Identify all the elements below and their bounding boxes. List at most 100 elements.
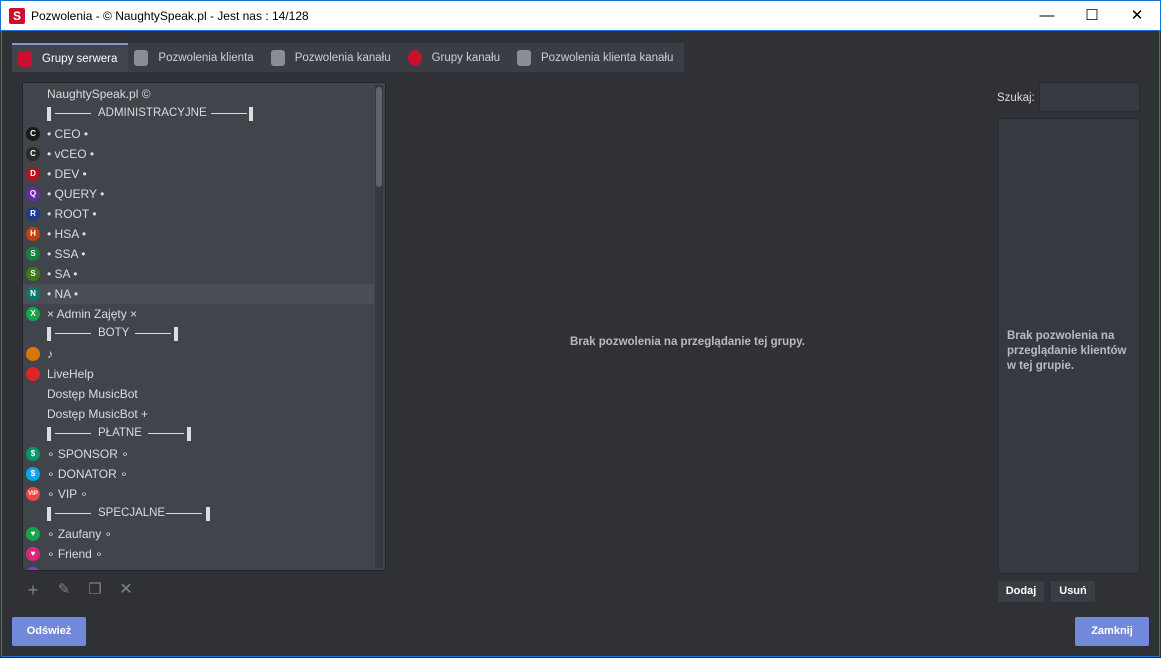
channel-groups-icon xyxy=(407,49,422,66)
tab-channel-groups[interactable]: Grupy kanału xyxy=(401,43,511,72)
donator-icon: $ xyxy=(26,467,40,481)
separator-label: BOTY xyxy=(98,327,130,339)
list-item[interactable]: S • SSA • xyxy=(23,244,374,264)
list-scrollbar[interactable] xyxy=(375,85,383,568)
friend-icon: ♥ xyxy=(26,547,40,561)
ssa-icon: S xyxy=(26,247,40,261)
list-item[interactable]: NaughtySpeak.pl © xyxy=(23,84,374,104)
ceo-icon: C xyxy=(26,127,40,141)
add-group-icon[interactable]: + xyxy=(21,578,45,602)
group-label: ∘ DONATOR ∘ xyxy=(47,467,128,481)
list-item[interactable]: LiveHelp xyxy=(23,364,374,384)
tab-channel-client-permissions[interactable]: Pozwolenia klienta kanału xyxy=(511,43,685,72)
admin-busy-icon: X xyxy=(26,307,40,321)
tab-server-groups[interactable]: Grupy serwera xyxy=(12,43,129,72)
close-window-button[interactable]: ✕ xyxy=(1114,1,1160,31)
list-item-selected[interactable]: N • NA • xyxy=(23,284,374,304)
list-item[interactable]: S • SA • xyxy=(23,264,374,284)
search-label: Szukaj: xyxy=(997,92,1035,104)
channel-client-permissions-icon xyxy=(517,49,531,66)
separator-specjalne[interactable]: SPECJALNE xyxy=(23,504,374,524)
group-label: ♪ xyxy=(47,347,53,361)
group-label: • QUERY • xyxy=(47,187,105,201)
separator-administracyjne[interactable]: ADMINISTRACYJNE xyxy=(23,104,374,124)
tab-label: Grupy serwera xyxy=(42,52,118,65)
edit-group-icon[interactable]: ✎ xyxy=(52,578,76,602)
tab-bar: Grupy serwera Pozwolenia klienta Pozwole… xyxy=(12,43,685,72)
list-item[interactable]: ♥ ∘ Friend ∘ xyxy=(23,544,374,564)
close-button[interactable]: Zamknij xyxy=(1075,617,1149,646)
separator-bar xyxy=(187,427,191,441)
maximize-button[interactable]: ☐ xyxy=(1069,1,1115,31)
separator-platne[interactable]: PŁATNE xyxy=(23,424,374,444)
app-icon: S xyxy=(9,8,25,24)
group-label: LiveHelp xyxy=(47,367,94,381)
delete-group-icon[interactable]: ✕ xyxy=(114,578,138,602)
remove-client-button[interactable]: Usuń xyxy=(1051,581,1095,602)
list-item[interactable]: Dostęp MusicBot + xyxy=(23,404,374,424)
tab-client-permissions[interactable]: Pozwolenia klienta xyxy=(128,43,265,72)
vip-icon: VIP xyxy=(26,487,40,501)
clients-no-permission-message: Brak pozwolenia na przeglądanie klientów… xyxy=(1007,330,1127,372)
separator-label: ADMINISTRACYJNE xyxy=(98,107,207,119)
separator-bar xyxy=(47,507,51,521)
trusted-icon: ♥ xyxy=(26,527,40,541)
scrollbar-thumb[interactable] xyxy=(376,87,382,187)
separator-line xyxy=(135,333,171,334)
clients-list[interactable]: Brak pozwolenia na przeglądanie klientów… xyxy=(998,118,1140,574)
group-label: ∘ Zaufany ∘ xyxy=(47,527,113,541)
group-label: Dostęp MusicBot xyxy=(47,387,138,401)
separator-bar xyxy=(47,327,51,341)
separator-label: SPECJALNE xyxy=(98,507,166,519)
group-label: • NA • xyxy=(47,287,79,301)
tab-label: Pozwolenia kanału xyxy=(294,51,391,64)
list-item[interactable]: X × Admin Zajęty × xyxy=(23,304,374,324)
list-item[interactable]: C • CEO • xyxy=(23,124,374,144)
separator-boty[interactable]: BOTY xyxy=(23,324,374,344)
list-item[interactable]: D • DEV • xyxy=(23,164,374,184)
dev-icon: D xyxy=(26,167,40,181)
add-client-button[interactable]: Dodaj xyxy=(998,581,1044,602)
list-item[interactable]: ♥ ∘ Zaufany ∘ xyxy=(23,524,374,544)
list-item[interactable]: VIP ∘ VIP ∘ xyxy=(23,484,374,504)
sponsor-icon: $ xyxy=(26,447,40,461)
group-label: • DEV • xyxy=(47,167,87,181)
list-item[interactable]: H • HSA • xyxy=(23,224,374,244)
refresh-button[interactable]: Odśwież xyxy=(12,617,86,646)
group-label: • SA • xyxy=(47,267,78,281)
separator-bar xyxy=(174,327,178,341)
separator-line xyxy=(55,333,91,334)
separator-bar xyxy=(249,107,253,121)
no-permission-message: Brak pozwolenia na przeglądanie tej grup… xyxy=(570,336,805,348)
query-icon: Q xyxy=(26,187,40,201)
list-item[interactable]: C • vCEO • xyxy=(23,144,374,164)
tab-channel-permissions[interactable]: Pozwolenia kanału xyxy=(264,43,402,72)
search-input[interactable] xyxy=(1039,82,1140,112)
list-item[interactable]: R • ROOT • xyxy=(23,204,374,224)
na-icon: N xyxy=(26,287,40,301)
list-item-partial[interactable] xyxy=(23,564,374,570)
group-label: • CEO • xyxy=(47,127,89,141)
group-label: ∘ Friend ∘ xyxy=(47,547,103,561)
client-permissions-icon xyxy=(134,49,149,66)
list-item[interactable]: ♪ xyxy=(23,344,374,364)
separator-bar xyxy=(47,107,51,121)
tab-label: Grupy kanału xyxy=(431,51,500,64)
minimize-button[interactable]: — xyxy=(1024,1,1070,31)
separator-line xyxy=(166,513,202,514)
group-label: ∘ SPONSOR ∘ xyxy=(47,447,129,461)
separator-line xyxy=(55,513,91,514)
separator-line xyxy=(211,113,247,114)
server-groups-list[interactable]: NaughtySpeak.pl © ADMINISTRACYJNE C • CE… xyxy=(22,82,386,571)
separator-line xyxy=(148,433,184,434)
livehelp-icon xyxy=(26,367,40,381)
hsa-icon: H xyxy=(26,227,40,241)
copy-group-icon[interactable]: ❐ xyxy=(83,578,107,602)
list-item[interactable]: Dostęp MusicBot xyxy=(23,384,374,404)
window-title: Pozwolenia - © NaughtySpeak.pl - Jest na… xyxy=(31,9,309,23)
list-item[interactable]: $ ∘ DONATOR ∘ xyxy=(23,464,374,484)
channel-permissions-icon xyxy=(270,49,285,66)
list-item[interactable]: $ ∘ SPONSOR ∘ xyxy=(23,444,374,464)
separator-bar xyxy=(47,427,51,441)
list-item[interactable]: Q • QUERY • xyxy=(23,184,374,204)
